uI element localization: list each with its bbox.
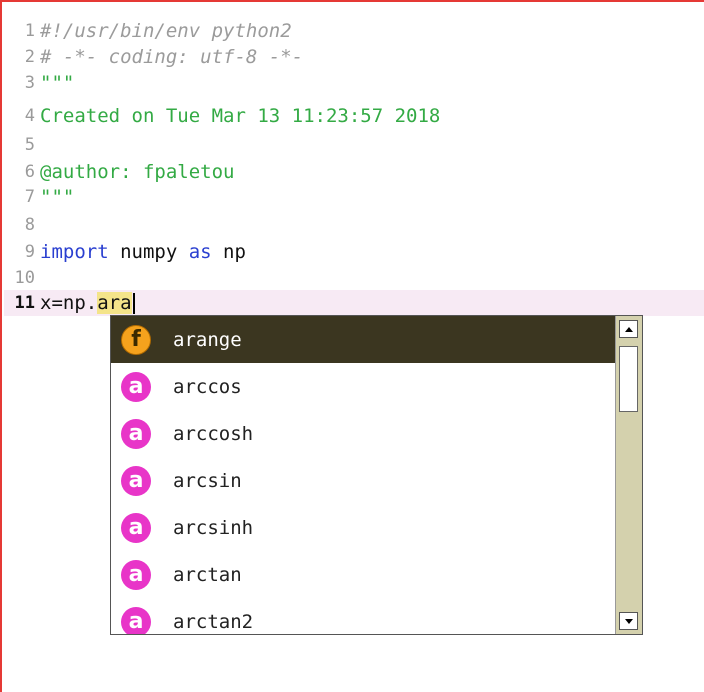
autocomplete-item-arcsinh[interactable]: a arcsinh — [111, 504, 616, 551]
line-number: 3 — [24, 73, 35, 93]
line-number: 4 — [24, 106, 35, 126]
code-line[interactable]: 10 — [4, 265, 704, 291]
autocomplete-list[interactable]: f arange a arccos a arccosh a arcsin a a… — [111, 316, 616, 634]
scrollbar-thumb[interactable] — [619, 346, 638, 412]
code-line[interactable]: 7 """ — [4, 184, 704, 210]
autocomplete-item-label: arcsinh — [173, 516, 254, 539]
function-icon: f — [121, 324, 151, 355]
line-number: 10 — [14, 268, 35, 288]
alias-name: np — [211, 241, 246, 263]
autocomplete-item-label: arccosh — [173, 422, 254, 445]
code-line[interactable]: 9 import numpy as np — [4, 239, 704, 265]
line-number: 2 — [24, 47, 35, 67]
arrow-up-icon — [624, 326, 633, 332]
assignment-statement: x=np.ara — [38, 292, 135, 314]
editor-window: 1 #!/usr/bin/env python2 2 # -*- coding:… — [0, 0, 704, 692]
docstring-open: """ — [40, 72, 75, 94]
autocomplete-item-label: arctan2 — [173, 610, 254, 633]
autocomplete-popup[interactable]: f arange a arccos a arccosh a arcsin a a… — [110, 315, 643, 635]
attribute-icon: a — [121, 512, 151, 543]
module-name: numpy — [108, 241, 189, 263]
autocomplete-scrollbar[interactable] — [615, 316, 642, 634]
keyword-as: as — [188, 241, 212, 263]
line-number: 1 — [24, 21, 35, 41]
code-line[interactable]: 2 # -*- coding: utf-8 -*- — [4, 44, 704, 70]
code-line[interactable]: 8 — [4, 212, 704, 238]
line-number: 8 — [24, 215, 35, 235]
autocomplete-item-arctan2[interactable]: a arctan2 — [111, 598, 616, 634]
autocomplete-item-arccos[interactable]: a arccos — [111, 363, 616, 410]
attribute-icon: a — [121, 465, 151, 496]
autocomplete-item-label: arcsin — [173, 469, 242, 492]
autocomplete-item-label: arctan — [173, 563, 242, 586]
typed-completion-text: ara — [97, 292, 132, 314]
attribute-icon: a — [121, 371, 151, 402]
keyword-import: import — [40, 241, 109, 263]
import-statement: import numpy as np — [38, 241, 246, 263]
arrow-down-icon — [624, 618, 633, 624]
docstring-close: """ — [40, 186, 75, 208]
attribute-icon: a — [121, 418, 151, 449]
code-line[interactable]: 1 #!/usr/bin/env python2 — [4, 18, 704, 44]
current-code-line[interactable]: 11 x=np.ara — [4, 290, 704, 316]
autocomplete-item-arange[interactable]: f arange — [111, 316, 616, 363]
scroll-down-button[interactable] — [619, 612, 638, 630]
line-number: 5 — [24, 135, 35, 155]
code-line[interactable]: 4 Created on Tue Mar 13 11:23:57 2018 — [4, 103, 704, 129]
line-number: 11 — [14, 293, 35, 313]
code-prefix: x=np. — [40, 292, 98, 314]
code-line[interactable]: 5 — [4, 132, 704, 158]
line-number: 9 — [24, 242, 35, 262]
code-line[interactable]: 3 """ — [4, 70, 704, 96]
docstring-created: Created on Tue Mar 13 11:23:57 2018 — [40, 105, 441, 127]
coding-comment: # -*- coding: utf-8 -*- — [40, 46, 304, 68]
autocomplete-item-arcsin[interactable]: a arcsin — [111, 457, 616, 504]
docstring-author: @author: fpaletou — [40, 161, 235, 183]
code-line[interactable]: 6 @author: fpaletou — [4, 159, 704, 185]
attribute-icon: a — [121, 606, 151, 634]
attribute-icon: a — [121, 559, 151, 590]
autocomplete-item-arccosh[interactable]: a arccosh — [111, 410, 616, 457]
autocomplete-item-label: arange — [173, 328, 242, 351]
line-number: 7 — [24, 187, 35, 207]
autocomplete-item-label: arccos — [173, 375, 242, 398]
scroll-up-button[interactable] — [619, 320, 638, 338]
shebang-comment: #!/usr/bin/env python2 — [40, 20, 292, 42]
autocomplete-item-arctan[interactable]: a arctan — [111, 551, 616, 598]
text-caret — [132, 293, 135, 314]
line-number: 6 — [24, 162, 35, 182]
